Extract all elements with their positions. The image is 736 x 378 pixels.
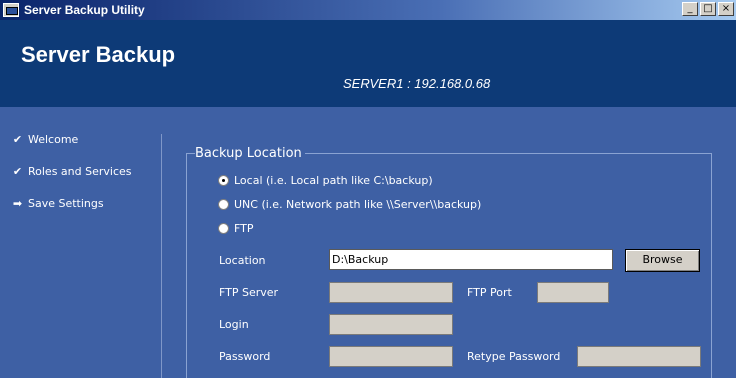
login-input[interactable] [329,314,453,335]
location-input[interactable]: D:\Backup [329,249,613,270]
sidebar-divider [161,134,162,378]
header-banner: Server Backup SERVER1 : 192.168.0.68 [0,20,736,107]
radio-unc[interactable]: UNC (i.e. Network path like \\Server\\ba… [218,198,481,211]
retype-password-input[interactable] [577,346,701,367]
app-icon [3,3,19,17]
sidebar: ✔ Welcome ✔ Roles and Services ➡ Save Se… [0,107,161,378]
window-title: Server Backup Utility [24,3,145,17]
sidebar-item-save-settings[interactable]: ➡ Save Settings [12,197,104,210]
radio-ftp[interactable]: FTP [218,222,254,235]
server-address: SERVER1 : 192.168.0.68 [343,76,491,91]
minimize-button[interactable]: _ [682,2,698,16]
ftp-port-label: FTP Port [467,286,512,299]
password-label: Password [219,350,271,363]
radio-label: Local (i.e. Local path like C:\backup) [234,174,433,187]
arrow-right-icon: ➡ [12,197,23,210]
sidebar-item-label: Save Settings [28,197,104,210]
retype-password-label: Retype Password [467,350,561,363]
sidebar-item-roles-and-services[interactable]: ✔ Roles and Services [12,165,132,178]
title-bar[interactable]: Server Backup Utility _ □ × [0,0,736,20]
browse-button[interactable]: Browse [625,249,700,272]
sidebar-item-label: Welcome [28,133,79,146]
ftp-port-input[interactable] [537,282,609,303]
close-button[interactable]: × [718,2,734,16]
check-icon: ✔ [12,133,23,146]
password-input[interactable] [329,346,453,367]
page-title: Server Backup [21,42,176,67]
sidebar-item-label: Roles and Services [28,165,132,178]
radio-label: FTP [234,222,254,235]
radio-local[interactable]: Local (i.e. Local path like C:\backup) [218,174,433,187]
radio-button[interactable] [218,199,229,210]
radio-button[interactable] [218,223,229,234]
check-icon: ✔ [12,165,23,178]
login-label: Login [219,318,249,331]
radio-button-checked[interactable] [218,175,229,186]
sidebar-item-welcome[interactable]: ✔ Welcome [12,133,78,146]
window-controls: _ □ × [680,2,734,16]
location-label: Location [219,254,266,267]
ftp-server-label: FTP Server [219,286,279,299]
maximize-button[interactable]: □ [700,2,716,16]
group-title: Backup Location [195,146,305,161]
ftp-server-input[interactable] [329,282,453,303]
radio-label: UNC (i.e. Network path like \\Server\\ba… [234,198,482,211]
